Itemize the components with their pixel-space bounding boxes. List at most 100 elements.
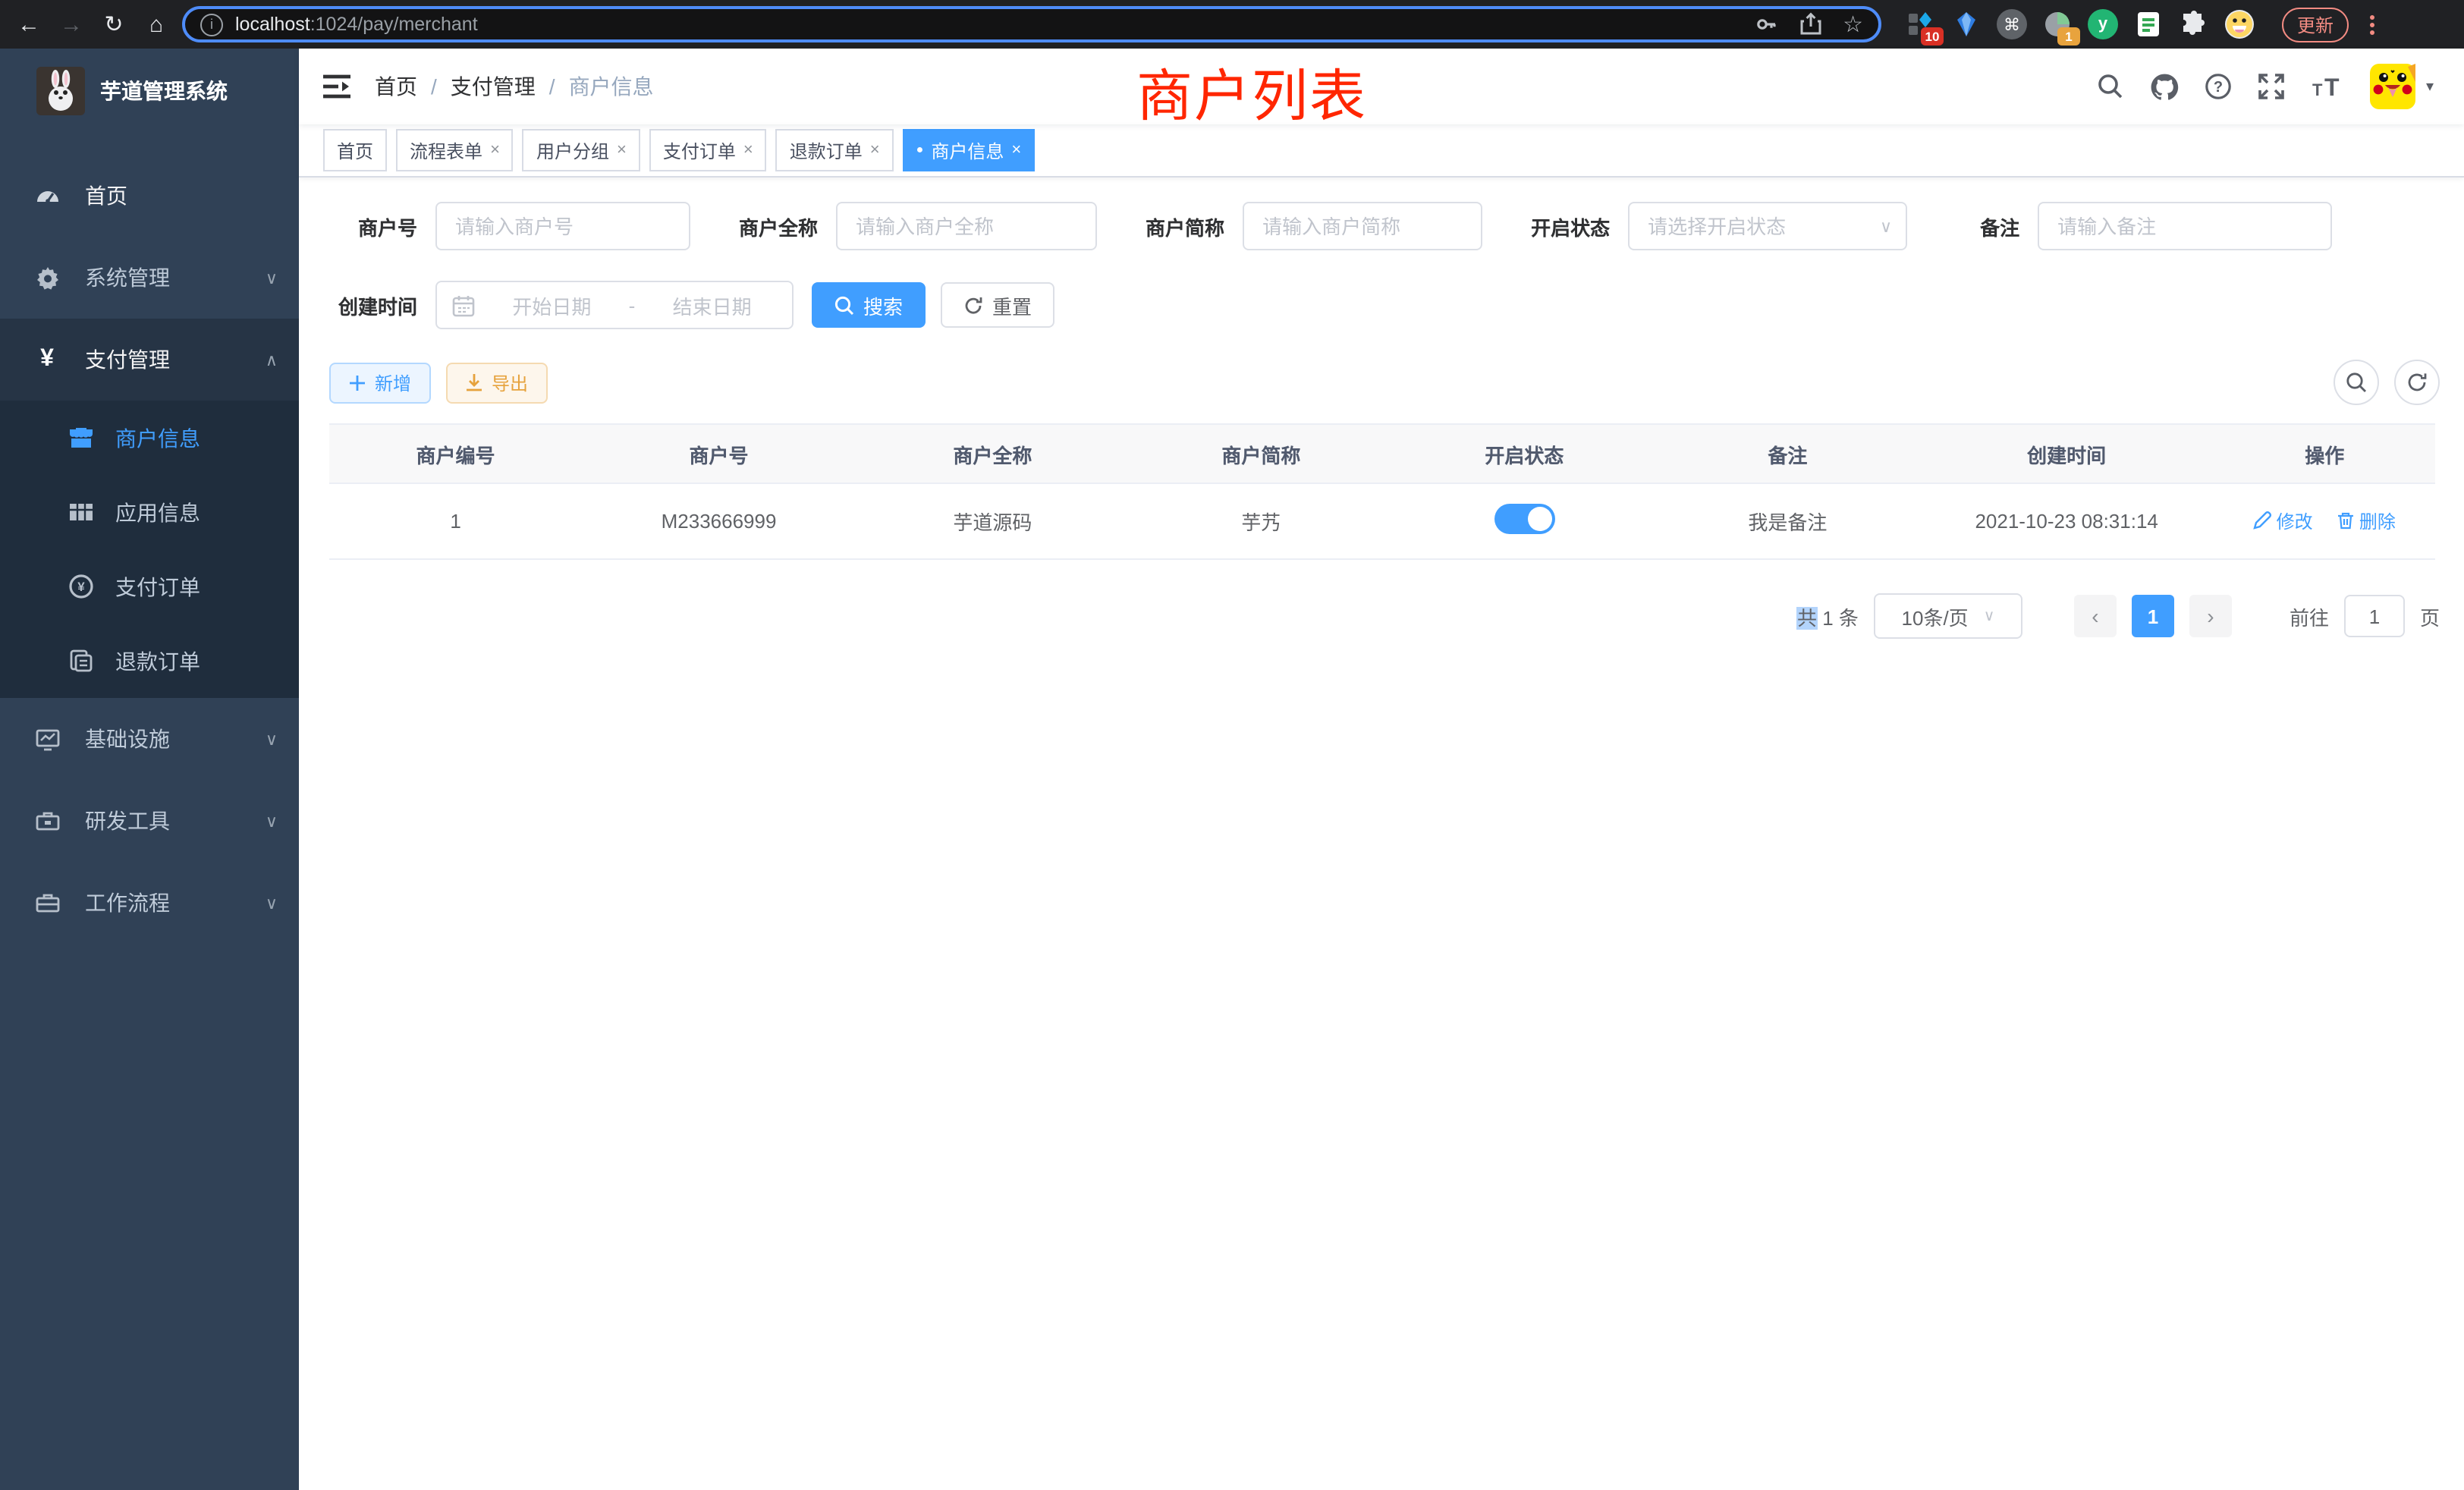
browser-back-button[interactable]: ← bbox=[12, 11, 46, 37]
tab-close-icon[interactable]: × bbox=[743, 141, 753, 159]
breadcrumb-item[interactable]: 支付管理 bbox=[451, 71, 536, 102]
tab-close-icon[interactable]: × bbox=[1011, 141, 1021, 159]
edit-pencil-icon bbox=[2254, 512, 2272, 530]
address-bar[interactable]: i localhost:1024/pay/merchant ☆ bbox=[182, 6, 1881, 42]
extension-sheet-icon[interactable] bbox=[2133, 9, 2164, 39]
github-icon[interactable] bbox=[2150, 73, 2179, 100]
app-title: 芋道管理系统 bbox=[100, 76, 228, 106]
cell-created: 2021-10-23 08:31:14 bbox=[1919, 483, 2214, 559]
tab-user-group[interactable]: 用户分组 × bbox=[523, 129, 640, 171]
sidebar-item-label: 支付管理 bbox=[85, 344, 241, 375]
tab-refund-order[interactable]: 退款订单× bbox=[776, 129, 894, 171]
extension-command-icon[interactable]: ⌘ bbox=[1997, 9, 2027, 39]
breadcrumb-item[interactable]: 首页 bbox=[375, 71, 417, 102]
svg-text:T: T bbox=[2312, 80, 2323, 99]
tab-close-icon[interactable]: × bbox=[490, 141, 500, 159]
status-select[interactable]: ∨ bbox=[1628, 202, 1907, 250]
merchant-no-label: 商户号 bbox=[329, 212, 417, 240]
sidebar-item-pay-order[interactable]: ¥ 支付订单 bbox=[0, 549, 299, 624]
sidebar-item-pay[interactable]: ¥ 支付管理 ∧ bbox=[0, 319, 299, 401]
search-button[interactable]: 搜索 bbox=[812, 282, 926, 328]
toggle-search-button[interactable] bbox=[2334, 360, 2379, 405]
gear-icon bbox=[33, 265, 61, 291]
start-date-placeholder[interactable]: 开始日期 bbox=[487, 291, 617, 319]
tab-close-icon[interactable]: × bbox=[870, 141, 880, 159]
merchant-table: 商户编号 商户号 商户全称 商户简称 开启状态 备注 创建时间 操作 1 bbox=[329, 423, 2435, 560]
extension-blocks-icon[interactable]: 10 bbox=[1906, 9, 1936, 39]
status-select-input[interactable] bbox=[1628, 202, 1907, 250]
merchant-no-input[interactable] bbox=[435, 202, 690, 250]
breadcrumb-item-current: 商户信息 bbox=[569, 71, 654, 102]
tab-label: 用户分组 bbox=[536, 137, 609, 163]
sidebar-item-app-info[interactable]: 应用信息 bbox=[0, 475, 299, 549]
extension-timer-icon[interactable]: 1 bbox=[2042, 9, 2073, 39]
tab-merchant-info[interactable]: ●商户信息× bbox=[903, 129, 1036, 171]
total-count-rest: 1 条 bbox=[1817, 606, 1859, 629]
full-name-input[interactable] bbox=[836, 202, 1097, 250]
page-size-select[interactable]: 10条/页 ∨ bbox=[1874, 593, 2022, 639]
sidebar-item-merchant-info[interactable]: 商户信息 bbox=[0, 401, 299, 475]
end-date-placeholder[interactable]: 结束日期 bbox=[647, 291, 777, 319]
browser-update-button[interactable]: 更新 bbox=[2282, 7, 2349, 42]
reset-button[interactable]: 重置 bbox=[941, 282, 1054, 328]
created-daterange-picker[interactable]: 开始日期 - 结束日期 bbox=[435, 281, 794, 329]
plus-icon bbox=[349, 374, 366, 391]
extension-badge: 10 bbox=[1921, 27, 1944, 46]
short-name-input[interactable] bbox=[1243, 202, 1482, 250]
browser-home-button[interactable]: ⌂ bbox=[140, 11, 173, 37]
sidebar-item-system[interactable]: 系统管理 ∨ bbox=[0, 237, 299, 319]
browser-forward-button[interactable]: → bbox=[55, 11, 88, 37]
refresh-table-button[interactable] bbox=[2394, 360, 2440, 405]
tab-close-icon[interactable]: × bbox=[617, 141, 627, 159]
fullscreen-icon[interactable] bbox=[2258, 73, 2285, 100]
sidebar-item-label: 基础设施 bbox=[85, 724, 241, 754]
remark-input[interactable] bbox=[2038, 202, 2332, 250]
edit-link[interactable]: 修改 bbox=[2254, 508, 2313, 534]
select-chevron-down-icon: ∨ bbox=[1984, 608, 1995, 624]
site-info-icon[interactable]: i bbox=[200, 13, 223, 36]
extension-yapi-icon[interactable]: y bbox=[2088, 9, 2118, 39]
tab-process-form[interactable]: 流程表单× bbox=[396, 129, 514, 171]
toolbox-icon bbox=[33, 808, 61, 834]
password-key-icon[interactable] bbox=[1753, 12, 1777, 36]
status-toggle-on[interactable] bbox=[1494, 504, 1554, 534]
sidebar-item-workflow[interactable]: 工作流程 ∨ bbox=[0, 862, 299, 944]
sidebar-item-devtools[interactable]: 研发工具 ∨ bbox=[0, 780, 299, 862]
help-icon[interactable]: ? bbox=[2205, 73, 2232, 100]
extension-gem-icon[interactable] bbox=[1951, 9, 1982, 39]
cell-merchant-id: 1 bbox=[329, 483, 582, 559]
page-annotation-title: 商户列表 bbox=[1136, 50, 1367, 132]
sidebar-item-refund-order[interactable]: 退款订单 bbox=[0, 624, 299, 698]
browser-reload-button[interactable]: ↻ bbox=[97, 11, 130, 38]
yen-circle-icon: ¥ bbox=[67, 574, 94, 599]
sidebar-collapse-icon[interactable] bbox=[323, 74, 350, 99]
extension-badge: 1 bbox=[2057, 27, 2080, 46]
user-avatar-menu[interactable]: ▾ bbox=[2370, 64, 2434, 109]
next-page-button[interactable]: › bbox=[2189, 595, 2232, 637]
page-1-button[interactable]: 1 bbox=[2132, 595, 2174, 637]
prev-page-button[interactable]: ‹ bbox=[2074, 595, 2117, 637]
browser-profile-avatar[interactable] bbox=[2224, 9, 2255, 39]
dashboard-icon bbox=[33, 183, 61, 209]
sidebar-item-home[interactable]: 首页 bbox=[0, 155, 299, 237]
shop-icon bbox=[67, 425, 94, 451]
extensions-puzzle-icon[interactable] bbox=[2179, 9, 2209, 39]
chevron-down-icon: ∨ bbox=[266, 811, 278, 831]
bookmark-star-icon[interactable]: ☆ bbox=[1843, 11, 1863, 38]
share-icon[interactable] bbox=[1799, 12, 1821, 36]
tab-pay-order[interactable]: 支付订单× bbox=[649, 129, 767, 171]
delete-link[interactable]: 删除 bbox=[2337, 508, 2396, 534]
font-size-icon[interactable]: TT bbox=[2311, 73, 2344, 100]
col-created: 创建时间 bbox=[1919, 424, 2214, 483]
browser-menu-icon[interactable] bbox=[2370, 14, 2374, 34]
url-text[interactable]: localhost:1024/pay/merchant bbox=[235, 14, 1741, 35]
sidebar-item-infra[interactable]: 基础设施 ∨ bbox=[0, 698, 299, 780]
goto-page-input[interactable] bbox=[2344, 595, 2405, 637]
add-button[interactable]: 新增 bbox=[329, 362, 431, 403]
tab-home[interactable]: 首页 bbox=[323, 129, 387, 171]
app-logo-row[interactable]: 芋道管理系统 bbox=[0, 49, 299, 134]
refresh-icon bbox=[2406, 372, 2428, 393]
chevron-down-icon: ∨ bbox=[266, 268, 278, 288]
search-icon[interactable] bbox=[2097, 73, 2124, 100]
export-button[interactable]: 导出 bbox=[446, 362, 548, 403]
